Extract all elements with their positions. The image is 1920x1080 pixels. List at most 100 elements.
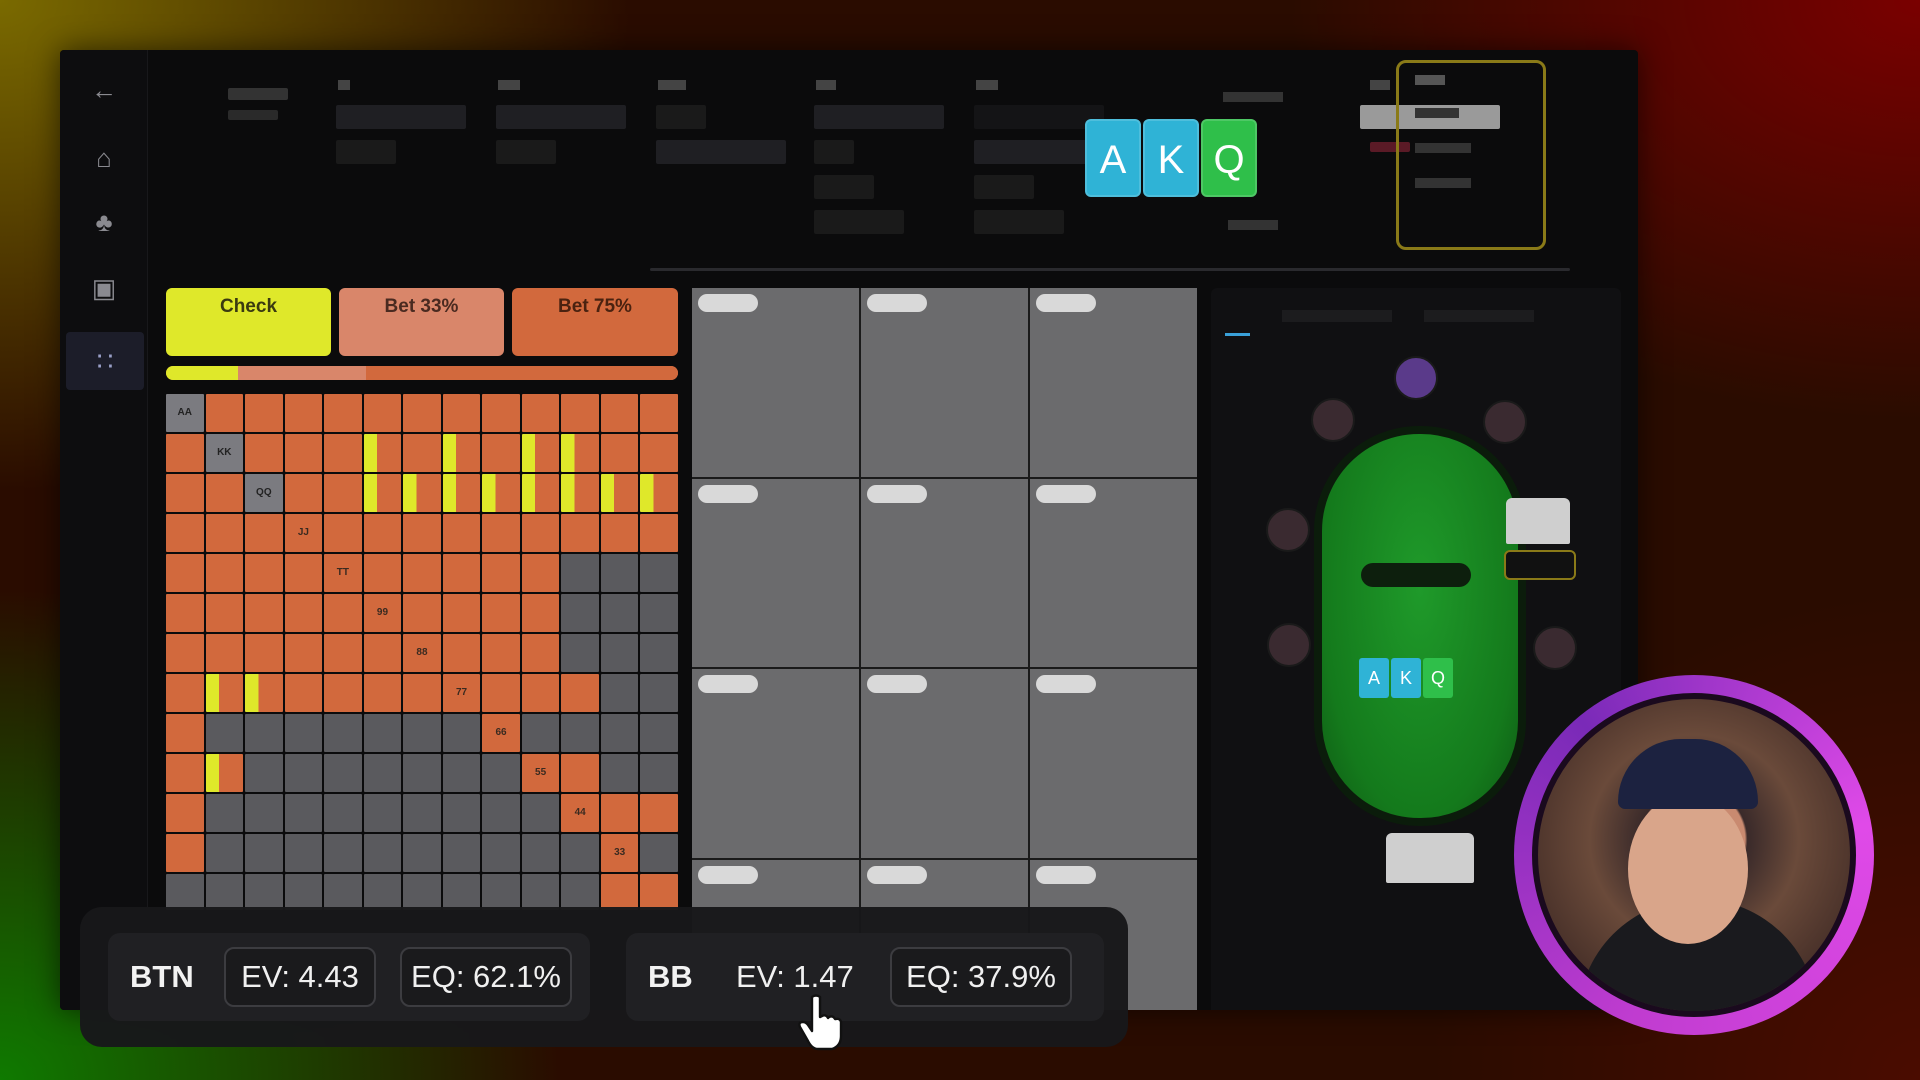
hand-cell[interactable] bbox=[284, 754, 323, 792]
hand-cell[interactable] bbox=[521, 874, 560, 910]
hand-cell[interactable] bbox=[284, 394, 323, 432]
hand-cell[interactable] bbox=[205, 634, 244, 672]
hand-cell[interactable] bbox=[442, 754, 481, 792]
hand-cell[interactable] bbox=[521, 474, 560, 512]
back-arrow-icon[interactable]: ← bbox=[84, 70, 124, 110]
hand-range-grid[interactable]: AA KK QQ JJ TT 99 88 77 66 55 44 33 bbox=[166, 394, 678, 910]
option[interactable] bbox=[336, 140, 396, 164]
hand-cell[interactable] bbox=[324, 794, 362, 832]
runout-cell[interactable] bbox=[861, 478, 1028, 667]
hand-cell[interactable]: 66 bbox=[482, 714, 520, 752]
hand-cell[interactable] bbox=[166, 834, 204, 872]
hand-cell[interactable] bbox=[166, 754, 204, 792]
hand-cell[interactable] bbox=[482, 674, 520, 712]
hand-cell[interactable] bbox=[245, 714, 283, 752]
hand-cell[interactable] bbox=[482, 394, 520, 432]
option-fold-selected[interactable] bbox=[814, 105, 944, 129]
hand-cell[interactable] bbox=[482, 874, 520, 910]
hand-cell[interactable] bbox=[561, 834, 599, 872]
hand-cell[interactable] bbox=[205, 554, 244, 592]
hand-cell[interactable] bbox=[640, 794, 678, 832]
hand-cell[interactable] bbox=[403, 594, 441, 632]
hand-cell[interactable] bbox=[521, 394, 560, 432]
hand-cell[interactable]: 99 bbox=[363, 594, 402, 632]
hand-cell[interactable] bbox=[403, 754, 441, 792]
hand-cell[interactable] bbox=[442, 474, 481, 512]
hand-cell[interactable] bbox=[600, 394, 639, 432]
hand-cell[interactable] bbox=[521, 674, 560, 712]
hand-cell[interactable] bbox=[324, 594, 362, 632]
hand-cell[interactable]: JJ bbox=[284, 514, 323, 552]
option-call[interactable] bbox=[814, 140, 854, 164]
hand-cell[interactable] bbox=[482, 554, 520, 592]
hand-cell[interactable] bbox=[205, 674, 244, 712]
option-allin[interactable] bbox=[814, 210, 904, 234]
hand-cell[interactable] bbox=[600, 674, 639, 712]
option-fold[interactable] bbox=[656, 105, 706, 129]
hand-cell[interactable] bbox=[245, 754, 283, 792]
hand-cell[interactable] bbox=[284, 434, 323, 472]
hand-cell[interactable] bbox=[166, 794, 204, 832]
hand-cell[interactable] bbox=[205, 714, 244, 752]
hand-cell[interactable] bbox=[561, 554, 599, 592]
hand-cell[interactable] bbox=[442, 874, 481, 910]
hand-cell[interactable] bbox=[284, 634, 323, 672]
hand-cell[interactable] bbox=[245, 394, 283, 432]
hand-cell[interactable] bbox=[561, 714, 599, 752]
hand-cell[interactable] bbox=[600, 794, 639, 832]
hand-cell[interactable] bbox=[324, 434, 362, 472]
tab-table[interactable] bbox=[1225, 306, 1251, 336]
hand-cell[interactable] bbox=[561, 674, 599, 712]
hand-cell[interactable]: KK bbox=[205, 434, 244, 472]
hand-cell[interactable] bbox=[166, 714, 204, 752]
hand-cell[interactable] bbox=[284, 474, 323, 512]
hand-cell[interactable] bbox=[403, 834, 441, 872]
hand-cell[interactable] bbox=[324, 394, 362, 432]
hand-cell[interactable] bbox=[442, 554, 481, 592]
hand-cell[interactable] bbox=[600, 714, 639, 752]
hand-cell[interactable] bbox=[561, 634, 599, 672]
hand-cell[interactable] bbox=[363, 794, 402, 832]
hand-cell[interactable] bbox=[640, 514, 678, 552]
runout-cell[interactable] bbox=[861, 288, 1028, 477]
tab-strategy-view[interactable] bbox=[1424, 310, 1535, 322]
hand-cell[interactable] bbox=[482, 434, 520, 472]
hand-cell[interactable] bbox=[284, 714, 323, 752]
hand-cell[interactable] bbox=[561, 874, 599, 910]
hand-cell[interactable] bbox=[166, 634, 204, 672]
hand-cell[interactable]: 88 bbox=[403, 634, 441, 672]
hand-cell[interactable] bbox=[600, 874, 639, 910]
hand-cell[interactable] bbox=[561, 514, 599, 552]
hand-cell[interactable] bbox=[363, 674, 402, 712]
hand-cell[interactable] bbox=[403, 514, 441, 552]
hand-cell[interactable] bbox=[640, 874, 678, 910]
hand-cell[interactable] bbox=[324, 754, 362, 792]
hand-cell[interactable] bbox=[561, 434, 599, 472]
hand-cell[interactable]: 44 bbox=[561, 794, 599, 832]
hand-cell[interactable]: TT bbox=[324, 554, 362, 592]
hand-cell[interactable]: 55 bbox=[521, 754, 560, 792]
hand-cell[interactable] bbox=[324, 674, 362, 712]
current-node-btn[interactable] bbox=[1396, 60, 1546, 250]
hand-cell[interactable] bbox=[245, 634, 283, 672]
hand-cell[interactable] bbox=[284, 794, 323, 832]
hand-cell[interactable] bbox=[640, 634, 678, 672]
runout-cell[interactable] bbox=[1030, 478, 1197, 667]
hand-cell[interactable] bbox=[324, 634, 362, 672]
hand-cell[interactable] bbox=[640, 834, 678, 872]
hand-cell[interactable] bbox=[640, 434, 678, 472]
hand-cell[interactable] bbox=[640, 394, 678, 432]
grid-menu-icon[interactable]: ∷ bbox=[66, 332, 144, 390]
hand-cell[interactable] bbox=[245, 874, 283, 910]
gamepad-icon[interactable]: ▣ bbox=[84, 268, 124, 308]
hand-cell[interactable] bbox=[442, 834, 481, 872]
hand-cell[interactable] bbox=[245, 434, 283, 472]
home-icon[interactable]: ⌂ bbox=[84, 138, 124, 178]
bet75-action-button[interactable]: Bet 75% bbox=[512, 288, 678, 356]
hand-cell[interactable] bbox=[284, 554, 323, 592]
hand-cell[interactable] bbox=[324, 474, 362, 512]
runout-cell[interactable] bbox=[1030, 669, 1197, 858]
hand-cell[interactable] bbox=[600, 474, 639, 512]
runout-cell[interactable] bbox=[692, 669, 859, 858]
tab-hand-classes[interactable] bbox=[1282, 310, 1393, 322]
